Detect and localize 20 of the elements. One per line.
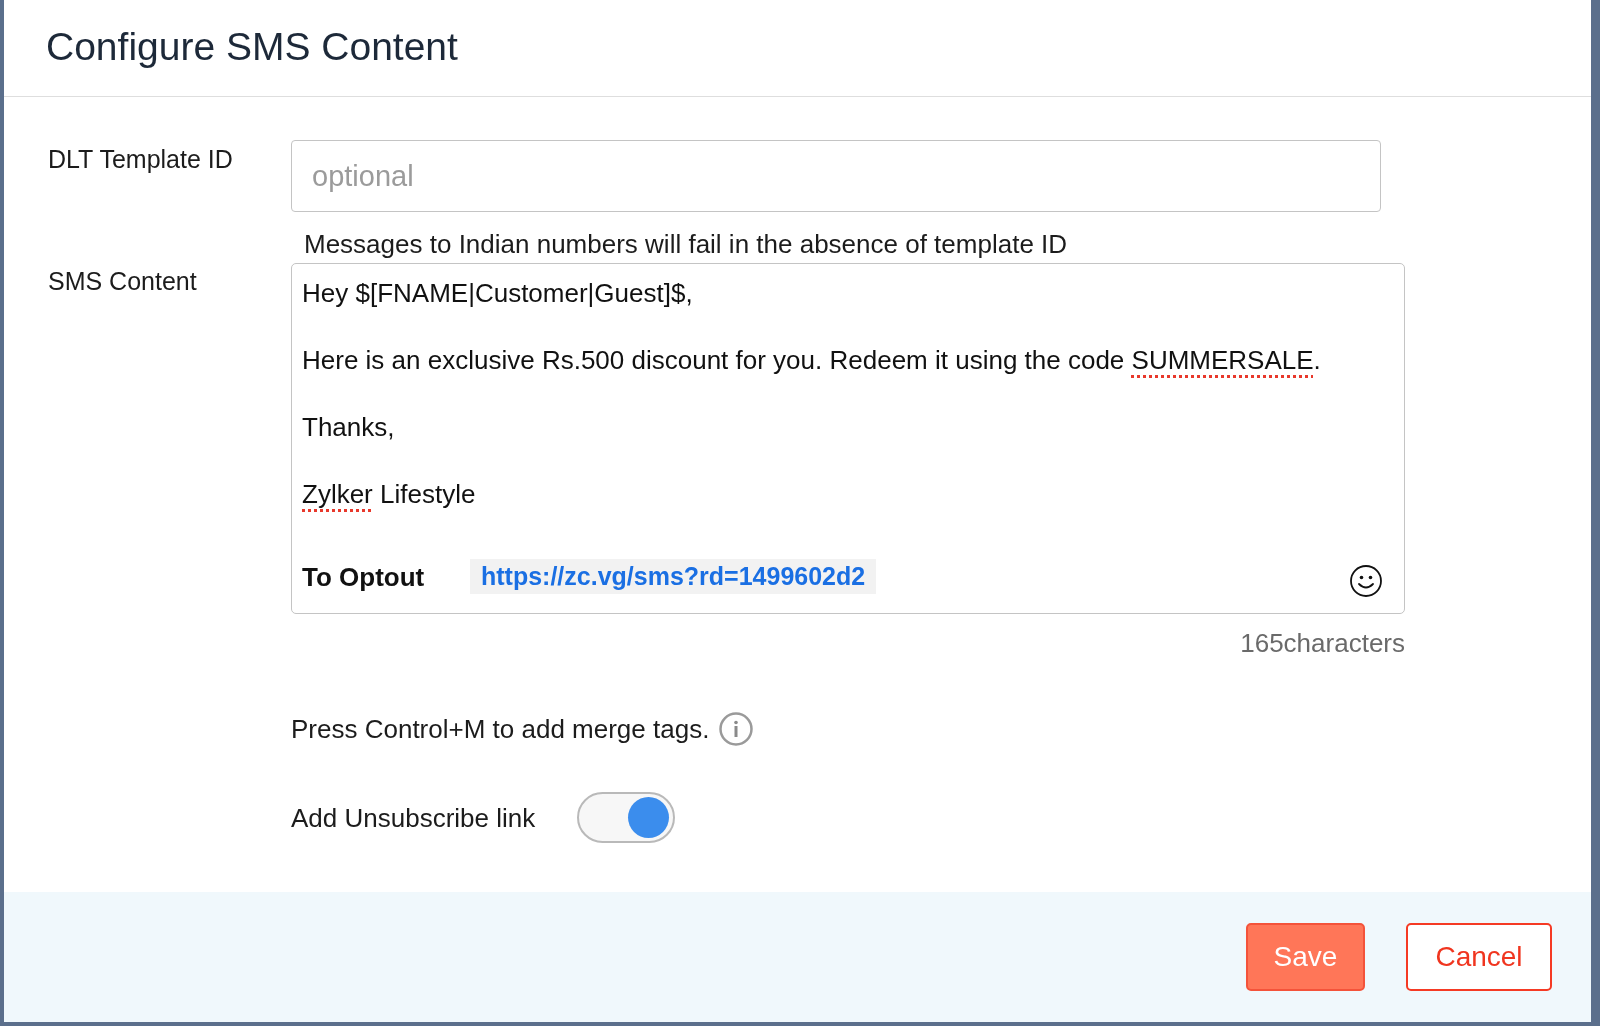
cancel-button[interactable]: Cancel bbox=[1406, 923, 1552, 991]
save-button[interactable]: Save bbox=[1246, 923, 1365, 991]
message-text: Thanks, bbox=[302, 411, 395, 444]
merge-tip-text: Press Control+M to add merge tags. bbox=[291, 714, 710, 744]
message-text: Here is an exclusive Rs.500 discount for you. Redeem it using the code SUMMERSALE. bbox=[302, 344, 1321, 377]
field-label: SMS Content bbox=[48, 266, 197, 296]
hint-text: Messages to Indian numbers will fail in the absence of template ID bbox=[304, 229, 1068, 259]
unsubscribe-label: Add Unsubscribe link bbox=[291, 802, 537, 833]
character-count: 165characters bbox=[1240, 628, 1405, 658]
dialog-title: Configure SMS Content bbox=[46, 25, 458, 69]
optout-link[interactable]: https://zc.vg/sms?rd=1499602d2 bbox=[470, 559, 877, 594]
smiley-icon[interactable] bbox=[1350, 565, 1382, 597]
info-icon[interactable] bbox=[719, 712, 754, 746]
unsubscribe-toggle[interactable] bbox=[577, 792, 675, 843]
message-text: Hey $[FNAME|Customer|Guest]$, bbox=[302, 277, 693, 310]
field-label: DLT Template ID bbox=[48, 144, 233, 174]
optout-label: To Optout bbox=[302, 560, 426, 594]
template-id-field[interactable]: optional bbox=[291, 140, 1381, 212]
message-text: Zylker Lifestyle bbox=[302, 478, 476, 511]
message-field[interactable]: Hey $[FNAME|Customer|Guest]$, Here is an exclusive Rs.500 discount for you. Redeem it using the code SUMMERSALE. Thanks, Zylker Lifestyle To Optout https://zc.vg/sms?rd=1499602d2 bbox=[291, 263, 1405, 614]
